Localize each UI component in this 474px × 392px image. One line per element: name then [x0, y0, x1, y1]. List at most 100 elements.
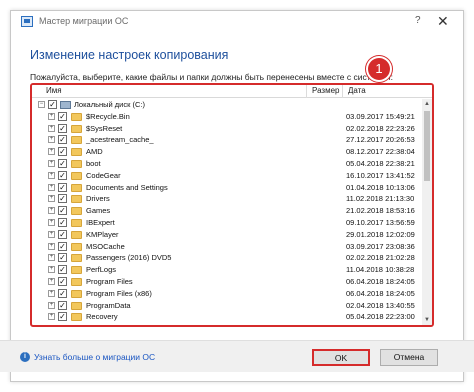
checkbox[interactable]: ✓ [58, 229, 67, 239]
tree-row[interactable]: + ✓ Games 21.02.2018 18:53:16 [32, 205, 420, 216]
help-button[interactable]: ? [415, 15, 421, 26]
title-bar: Мастер миграции ОС ? ✕ [11, 11, 463, 33]
close-button[interactable]: ✕ [437, 13, 449, 30]
plus-icon[interactable]: + [48, 136, 55, 144]
plus-icon[interactable]: + [48, 289, 55, 297]
checkbox[interactable]: ✓ [58, 159, 67, 168]
checkbox[interactable]: ✓ [58, 135, 67, 145]
tree-row[interactable]: + ✓ KMPlayer 29.01.2018 12:02:09 [32, 229, 420, 240]
tree-item-label: boot [86, 159, 101, 168]
plus-icon[interactable]: + [48, 171, 55, 179]
plus-icon[interactable]: + [48, 112, 55, 120]
folder-icon [71, 242, 82, 251]
checkbox[interactable]: ✓ [58, 300, 67, 310]
plus-icon[interactable]: + [48, 301, 55, 309]
scroll-down-icon[interactable]: ▼ [422, 315, 432, 325]
tree-item-label: PerfLogs [86, 265, 117, 275]
tree-row[interactable]: + ✓ $SysReset 02.02.2018 22:23:26 [32, 123, 420, 134]
plus-icon[interactable]: + [48, 313, 55, 321]
folder-icon [71, 112, 82, 121]
tree-row[interactable]: + ✓ Program Files 06.04.2018 18:24:05 [32, 276, 420, 287]
ok-button[interactable]: OK [312, 349, 370, 366]
tree-row[interactable]: + ✓ MSOCache 03.09.2017 23:08:36 [32, 241, 420, 252]
checkbox[interactable]: ✓ [58, 277, 67, 286]
plus-icon[interactable]: + [48, 278, 55, 285]
tree-row[interactable]: + ✓ _acestream_cache_ 27.12.2017 20:26:53 [32, 134, 420, 145]
tree-item-date: 11.04.2018 10:38:28 [346, 265, 415, 275]
column-name[interactable]: Имя [46, 86, 62, 95]
folder-icon [71, 301, 82, 310]
tree-row[interactable]: + ✓ Program Files (x86) 06.04.2018 18:24:05 [32, 288, 420, 299]
tree-item-date: 11.02.2018 21:13:30 [346, 194, 415, 204]
tree-root-row[interactable]: − ✓ Локальный диск (C:) [32, 99, 420, 110]
folder-icon [71, 219, 82, 227]
plus-icon[interactable]: + [48, 230, 55, 238]
tree-item-label: IBExpert [86, 218, 115, 227]
folder-icon [71, 195, 82, 204]
instructions-text: Пожалуйста, выберите, какие файлы и папк… [30, 72, 393, 82]
tree-row[interactable]: + ✓ Passengers (2016) DVD5 02.02.2018 21:02… [32, 252, 420, 263]
checkbox[interactable]: ✓ [58, 111, 67, 121]
plus-icon[interactable]: + [48, 160, 55, 167]
plus-icon[interactable]: + [48, 195, 55, 203]
checkbox[interactable]: ✓ [48, 100, 57, 109]
tree-item-label: Drivers [86, 194, 110, 204]
tree-row[interactable]: + ✓ CodeGear 16.10.2017 13:41:52 [32, 170, 420, 181]
checkbox[interactable]: ✓ [58, 206, 67, 216]
plus-icon[interactable]: + [48, 254, 55, 262]
column-divider[interactable] [306, 85, 307, 98]
tree-row[interactable]: + ✓ Documents and Settings 01.04.2018 10:13… [32, 182, 420, 193]
tree-row[interactable]: + ✓ boot 05.04.2018 22:38:21 [32, 158, 420, 169]
checkbox[interactable]: ✓ [58, 265, 67, 275]
tree-item-date: 03.09.2017 15:49:21 [346, 111, 415, 121]
plus-icon[interactable]: + [48, 219, 55, 226]
checkbox[interactable]: ✓ [58, 170, 67, 180]
checkbox[interactable]: ✓ [58, 218, 67, 227]
tree-row[interactable]: + ✓ $Recycle.Bin 03.09.2017 15:49:21 [32, 111, 420, 122]
tree-item-label: KMPlayer [86, 229, 119, 239]
learn-more-link[interactable]: Узнать больше о миграции ОС [34, 352, 155, 362]
folder-icon [71, 183, 82, 192]
tree-row[interactable]: + ✓ Recovery 05.04.2018 22:23:00 [32, 311, 420, 322]
tree-item-date: 02.02.2018 22:23:26 [346, 123, 415, 133]
tree-row[interactable]: + ✓ Drivers 11.02.2018 21:13:30 [32, 193, 420, 204]
checkbox[interactable]: ✓ [58, 288, 67, 298]
plus-icon[interactable]: + [48, 207, 55, 215]
checkbox[interactable]: ✓ [58, 241, 67, 251]
column-size[interactable]: Размер [312, 86, 340, 95]
tree-item-date: 16.10.2017 13:41:52 [346, 170, 415, 180]
plus-icon[interactable]: + [48, 266, 55, 274]
folder-icon [71, 207, 82, 216]
tree-item-date: 06.04.2018 18:24:05 [346, 277, 415, 286]
tree-item-label: Program Files [86, 277, 133, 286]
tree-item-date: 05.04.2018 22:23:00 [346, 312, 415, 322]
checkbox[interactable]: ✓ [58, 123, 67, 133]
tree-row[interactable]: + ✓ PerfLogs 11.04.2018 10:38:28 [32, 264, 420, 275]
plus-icon[interactable]: + [48, 124, 55, 132]
tree-row[interactable]: + ✓ AMD 08.12.2017 22:38:04 [32, 146, 420, 157]
folder-icon [71, 278, 82, 286]
cancel-button[interactable]: Отмена [380, 349, 438, 366]
tree-row[interactable]: + ✓ IBExpert 09.10.2017 13:56:59 [32, 217, 420, 228]
minus-icon[interactable]: − [38, 101, 45, 108]
tree-rows: − ✓ Локальный диск (C:) + ✓ $Recycle.Bin 03.09… [32, 99, 420, 325]
plus-icon[interactable]: + [48, 242, 55, 250]
vertical-scrollbar[interactable]: ▲ ▼ [422, 99, 432, 325]
checkbox[interactable]: ✓ [58, 194, 67, 204]
checkbox[interactable]: ✓ [58, 312, 67, 322]
tree-item-label: Recovery [86, 312, 118, 322]
plus-icon[interactable]: + [48, 148, 55, 156]
checkbox[interactable]: ✓ [58, 147, 67, 157]
column-divider[interactable] [342, 85, 343, 98]
scroll-thumb[interactable] [424, 111, 430, 181]
tree-item-date: 05.04.2018 22:38:21 [346, 159, 415, 168]
scroll-up-icon[interactable]: ▲ [422, 99, 432, 109]
tree-row[interactable]: + ✓ ProgramData 02.04.2018 13:40:55 [32, 300, 420, 311]
checkbox[interactable]: ✓ [58, 182, 67, 192]
plus-icon[interactable]: + [48, 183, 55, 191]
tree-item-label: $SysReset [86, 123, 123, 133]
column-date[interactable]: Дата [348, 86, 366, 95]
checkbox[interactable]: ✓ [58, 253, 67, 263]
tree-item-date: 27.12.2017 20:26:53 [346, 135, 415, 145]
file-tree[interactable]: Имя Размер Дата − ✓ Локальный диск (C:) + ✓ $… [30, 83, 434, 327]
